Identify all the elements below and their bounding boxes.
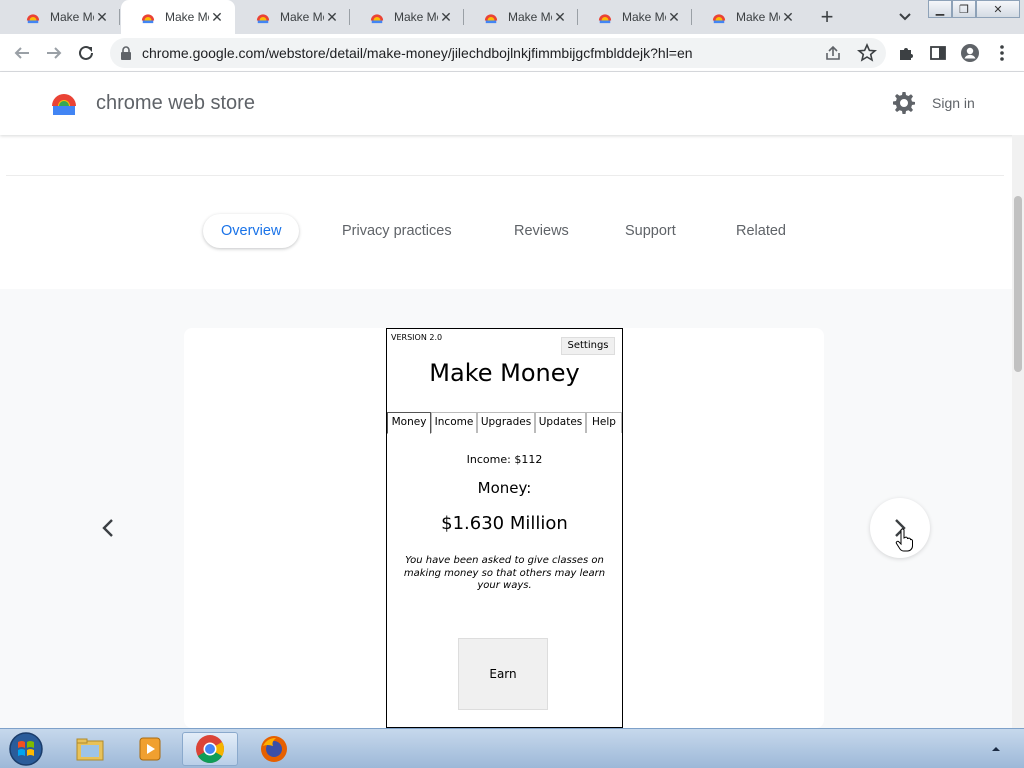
preview-tabs: Money Income Upgrades Updates Help — [387, 412, 622, 434]
preview-app-title: Make Money — [429, 359, 580, 387]
back-arrow-icon[interactable] — [10, 41, 34, 65]
tab-related[interactable]: Related — [736, 214, 786, 248]
store-name[interactable]: chrome web store — [96, 92, 255, 115]
preview-earn-button: Earn — [458, 638, 548, 710]
preview-income: Income: $112 — [466, 453, 543, 466]
taskbar-media-player[interactable] — [122, 732, 178, 766]
browser-tab[interactable]: Make Money ✕ — [350, 0, 464, 34]
tab-close-icon[interactable]: ✕ — [552, 9, 568, 25]
preview-money-value: $1.630 Million — [441, 513, 568, 534]
tab-title: Make Money — [280, 10, 324, 24]
browser-tab[interactable]: Make Money ✕ — [464, 0, 578, 34]
webstore-favicon-icon — [712, 14, 726, 24]
preview-money-label: Money: — [477, 479, 532, 497]
taskbar-chrome[interactable] — [182, 732, 238, 766]
minimize-window-icon[interactable]: ▁ — [928, 0, 952, 18]
restore-window-icon[interactable]: ❐ — [952, 0, 976, 18]
version-label: VERSION 2.0 — [391, 333, 443, 342]
tab-strip: Make Money ✕ Make Money ✕ Make Money ✕ M… — [0, 0, 1024, 34]
preview-settings-button: Settings — [561, 337, 615, 355]
webstore-favicon-icon — [256, 14, 270, 24]
browser-tab[interactable]: Make Money ✕ — [236, 0, 350, 34]
preview-tab-updates: Updates — [535, 412, 586, 433]
tab-close-icon[interactable]: ✕ — [666, 9, 682, 25]
divider — [6, 175, 1004, 176]
share-icon[interactable] — [824, 44, 842, 62]
tab-privacy-practices[interactable]: Privacy practices — [342, 214, 452, 248]
preview-tab-money: Money — [387, 412, 431, 434]
store-header: chrome web store Sign in — [0, 72, 1024, 135]
browser-tab[interactable]: Make Money ✕ — [6, 0, 120, 34]
lock-icon[interactable] — [120, 46, 132, 60]
firefox-icon — [261, 736, 287, 762]
sign-in-link[interactable]: Sign in — [932, 95, 975, 111]
reload-icon[interactable] — [74, 41, 98, 65]
tab-close-icon[interactable]: ✕ — [780, 9, 796, 25]
windows-start-icon[interactable] — [6, 731, 46, 767]
extensions-puzzle-icon[interactable] — [896, 43, 916, 63]
tab-title: Make Money — [50, 10, 94, 24]
taskbar-explorer[interactable] — [62, 732, 118, 766]
detail-nav-tabs: Overview Privacy practices Reviews Suppo… — [0, 214, 1012, 248]
webstore-favicon-icon — [598, 14, 612, 24]
close-window-icon[interactable]: ✕ — [976, 0, 1020, 18]
browser-toolbar: chrome.google.com/webstore/detail/make-m… — [0, 34, 1024, 72]
profile-avatar-icon[interactable] — [960, 43, 980, 63]
chrome-web-store-logo-icon[interactable] — [50, 90, 78, 116]
address-bar[interactable]: chrome.google.com/webstore/detail/make-m… — [110, 38, 886, 68]
tab-title: Make Money — [394, 10, 438, 24]
windows-taskbar — [0, 728, 1024, 768]
url-text[interactable]: chrome.google.com/webstore/detail/make-m… — [142, 45, 693, 61]
browser-tab[interactable]: Make Money ✕ — [692, 0, 806, 34]
media-player-icon — [139, 737, 161, 761]
side-panel-icon[interactable] — [928, 43, 948, 63]
taskbar-firefox[interactable] — [246, 732, 302, 766]
plus-icon[interactable]: + — [816, 4, 838, 30]
tab-close-icon[interactable]: ✕ — [324, 9, 340, 25]
tray-expand-icon[interactable] — [990, 743, 1002, 755]
tab-title: Make Money — [622, 10, 666, 24]
tab-reviews[interactable]: Reviews — [514, 214, 569, 248]
forward-arrow-icon[interactable] — [42, 41, 66, 65]
bookmark-star-icon[interactable] — [857, 43, 877, 63]
tab-support[interactable]: Support — [625, 214, 676, 248]
more-menu-icon[interactable] — [992, 43, 1012, 63]
app-screenshot-preview: VERSION 2.0 Settings Make Money Money In… — [386, 328, 623, 728]
chrome-icon — [196, 735, 224, 763]
tab-search-chevron-icon[interactable] — [895, 6, 915, 26]
tab-close-icon[interactable]: ✕ — [94, 9, 110, 25]
webstore-favicon-icon — [141, 14, 155, 24]
chevron-left-icon — [102, 519, 113, 537]
preview-tab-income: Income — [431, 412, 477, 433]
tab-title: Make Money — [736, 10, 780, 24]
webstore-favicon-icon — [484, 14, 498, 24]
hand-cursor-icon — [895, 528, 913, 552]
scrollbar-thumb[interactable] — [1014, 196, 1022, 372]
gallery-prev-button[interactable] — [78, 498, 138, 558]
tab-close-icon[interactable]: ✕ — [438, 9, 454, 25]
folder-icon — [76, 738, 104, 761]
webstore-favicon-icon — [370, 14, 384, 24]
preview-tab-upgrades: Upgrades — [477, 412, 535, 433]
preview-tab-help: Help — [586, 412, 622, 433]
browser-tab[interactable]: Make Money ✕ — [578, 0, 692, 34]
gear-icon[interactable] — [892, 91, 916, 115]
webstore-favicon-icon — [26, 14, 40, 24]
browser-tab-active[interactable]: Make Money ✕ — [121, 0, 235, 34]
tab-title: Make Money — [165, 10, 209, 24]
tab-title: Make Money — [508, 10, 552, 24]
tab-close-icon[interactable]: ✕ — [209, 9, 225, 25]
tab-overview[interactable]: Overview — [203, 214, 300, 248]
preview-message: You have been asked to give classes on m… — [403, 555, 606, 591]
